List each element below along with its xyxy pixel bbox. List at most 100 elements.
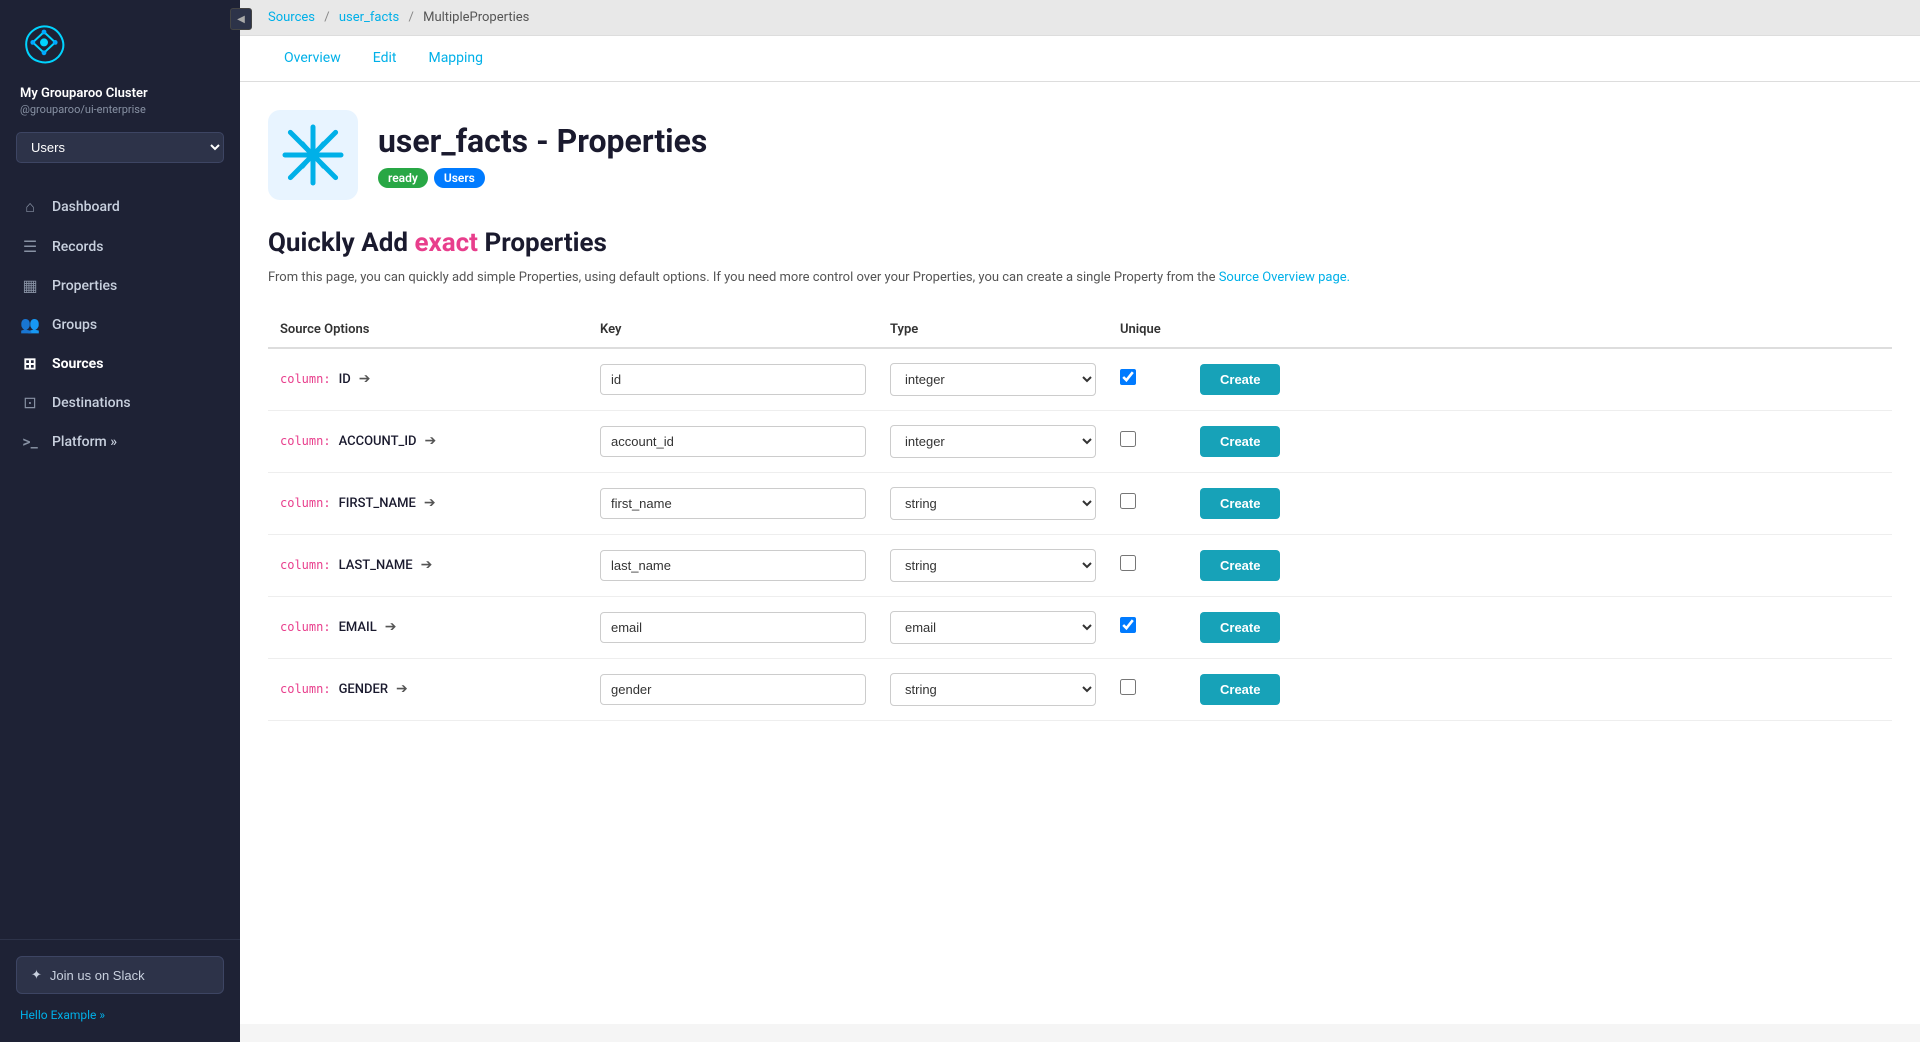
source-options-cell: column: GENDER ➔ [268, 658, 588, 720]
table-row: column: ACCOUNT_ID ➔ booleandateemailflo… [268, 410, 1892, 472]
type-select[interactable]: booleandateemailfloatintegerphoneNumbers… [890, 611, 1096, 644]
key-input[interactable] [600, 612, 866, 643]
section-title-suffix: Properties [478, 228, 607, 258]
platform-icon: >_ [20, 432, 40, 451]
key-input[interactable] [600, 488, 866, 519]
key-input[interactable] [600, 426, 866, 457]
source-header: user_facts - Properties ready Users [268, 110, 1892, 200]
section-desc-text: From this page, you can quickly add simp… [268, 270, 1219, 285]
badge-users: Users [434, 168, 485, 188]
table-row: column: EMAIL ➔ booleandateemailfloatint… [268, 596, 1892, 658]
unique-checkbox[interactable] [1120, 679, 1136, 695]
type-select[interactable]: booleandateemailfloatintegerphoneNumbers… [890, 549, 1096, 582]
create-button[interactable]: Create [1200, 674, 1280, 705]
sidebar-item-label: Sources [52, 356, 103, 372]
unique-cell [1108, 596, 1188, 658]
type-cell: booleandateemailfloatintegerphoneNumbers… [878, 410, 1108, 472]
properties-icon: ▦ [20, 276, 40, 295]
source-options-cell: column: FIRST_NAME ➔ [268, 472, 588, 534]
action-cell: Create [1188, 534, 1892, 596]
key-input[interactable] [600, 364, 866, 395]
slack-button[interactable]: ✦ Join us on Slack [16, 956, 224, 994]
unique-cell [1108, 410, 1188, 472]
badge-ready: ready [378, 168, 428, 188]
unique-cell [1108, 534, 1188, 596]
main-content: Sources / user_facts / MultiplePropertie… [240, 0, 1920, 1042]
sidebar-logo [0, 0, 240, 78]
sidebar-item-dashboard[interactable]: ⌂ Dashboard [0, 187, 240, 227]
type-cell: booleandateemailfloatintegerphoneNumbers… [878, 348, 1108, 411]
type-select[interactable]: booleandateemailfloatintegerphoneNumbers… [890, 425, 1096, 458]
section-title: Quickly Add exact Properties [268, 228, 1892, 258]
key-input[interactable] [600, 550, 866, 581]
sidebar-item-properties[interactable]: ▦ Properties [0, 266, 240, 305]
type-cell: booleandateemailfloatintegerphoneNumbers… [878, 658, 1108, 720]
cluster-sub: @grouparoo/ui-enterprise [20, 103, 220, 116]
tab-mapping[interactable]: Mapping [412, 36, 499, 82]
slack-icon: ✦ [31, 967, 42, 983]
action-cell: Create [1188, 658, 1892, 720]
sidebar-item-label: Properties [52, 278, 117, 294]
table-body: column: ID ➔ booleandateemailfloatintege… [268, 348, 1892, 721]
source-overview-link[interactable]: Source Overview page. [1219, 270, 1350, 285]
breadcrumb-user-facts[interactable]: user_facts [339, 10, 399, 25]
sidebar-item-sources[interactable]: ⊞ Sources [0, 344, 240, 383]
column-label: column: [280, 620, 331, 634]
column-label: column: [280, 434, 331, 448]
tab-overview[interactable]: Overview [268, 36, 357, 82]
col-header-source-options: Source Options [268, 312, 588, 348]
user-select[interactable]: Users All [16, 132, 224, 163]
source-cell: column: LAST_NAME ➔ [280, 557, 576, 573]
breadcrumb-sources[interactable]: Sources [268, 10, 315, 25]
action-cell: Create [1188, 410, 1892, 472]
source-options-cell: column: LAST_NAME ➔ [268, 534, 588, 596]
unique-cell [1108, 348, 1188, 411]
create-button[interactable]: Create [1200, 364, 1280, 395]
source-cell: column: ID ➔ [280, 371, 576, 387]
key-cell [588, 348, 878, 411]
breadcrumb: Sources / user_facts / MultiplePropertie… [240, 0, 1920, 36]
table-header: Source Options Key Type Unique [268, 312, 1892, 348]
breadcrumb-current: MultipleProperties [423, 10, 529, 25]
column-label: column: [280, 558, 331, 572]
source-cell: column: EMAIL ➔ [280, 619, 576, 635]
source-options-cell: column: EMAIL ➔ [268, 596, 588, 658]
sidebar-item-platform[interactable]: >_ Platform » [0, 422, 240, 461]
key-cell [588, 658, 878, 720]
type-select[interactable]: booleandateemailfloatintegerphoneNumbers… [890, 363, 1096, 396]
sidebar-item-label: Groups [52, 317, 97, 333]
source-options-cell: column: ACCOUNT_ID ➔ [268, 410, 588, 472]
sidebar-item-destinations[interactable]: ⊡ Destinations [0, 383, 240, 422]
unique-checkbox[interactable] [1120, 431, 1136, 447]
collapse-sidebar-button[interactable]: ◀ [230, 8, 252, 30]
tab-edit[interactable]: Edit [357, 36, 413, 82]
type-select[interactable]: booleandateemailfloatintegerphoneNumbers… [890, 673, 1096, 706]
unique-checkbox[interactable] [1120, 493, 1136, 509]
unique-checkbox[interactable] [1120, 369, 1136, 385]
sidebar-bottom: ✦ Join us on Slack Hello Example » [0, 939, 240, 1042]
col-header-type: Type [878, 312, 1108, 348]
unique-checkbox[interactable] [1120, 555, 1136, 571]
table-row: column: GENDER ➔ booleandateemailfloatin… [268, 658, 1892, 720]
column-label: column: [280, 682, 331, 696]
key-input[interactable] [600, 674, 866, 705]
create-button[interactable]: Create [1200, 612, 1280, 643]
unique-cell [1108, 472, 1188, 534]
sidebar-item-records[interactable]: ☰ Records [0, 227, 240, 266]
create-button[interactable]: Create [1200, 488, 1280, 519]
type-cell: booleandateemailfloatintegerphoneNumbers… [878, 596, 1108, 658]
destinations-icon: ⊡ [20, 393, 40, 412]
hello-link[interactable]: Hello Example » [16, 1004, 224, 1026]
source-options-cell: column: ID ➔ [268, 348, 588, 411]
user-select-wrap[interactable]: Users All [0, 132, 240, 179]
section-title-prefix: Quickly Add [268, 228, 414, 258]
arrow-icon: ➔ [425, 433, 437, 449]
unique-checkbox[interactable] [1120, 617, 1136, 633]
key-cell [588, 596, 878, 658]
create-button[interactable]: Create [1200, 426, 1280, 457]
source-cell: column: FIRST_NAME ➔ [280, 495, 576, 511]
create-button[interactable]: Create [1200, 550, 1280, 581]
type-cell: booleandateemailfloatintegerphoneNumbers… [878, 472, 1108, 534]
sidebar-item-groups[interactable]: 👥 Groups [0, 305, 240, 344]
type-select[interactable]: booleandateemailfloatintegerphoneNumbers… [890, 487, 1096, 520]
